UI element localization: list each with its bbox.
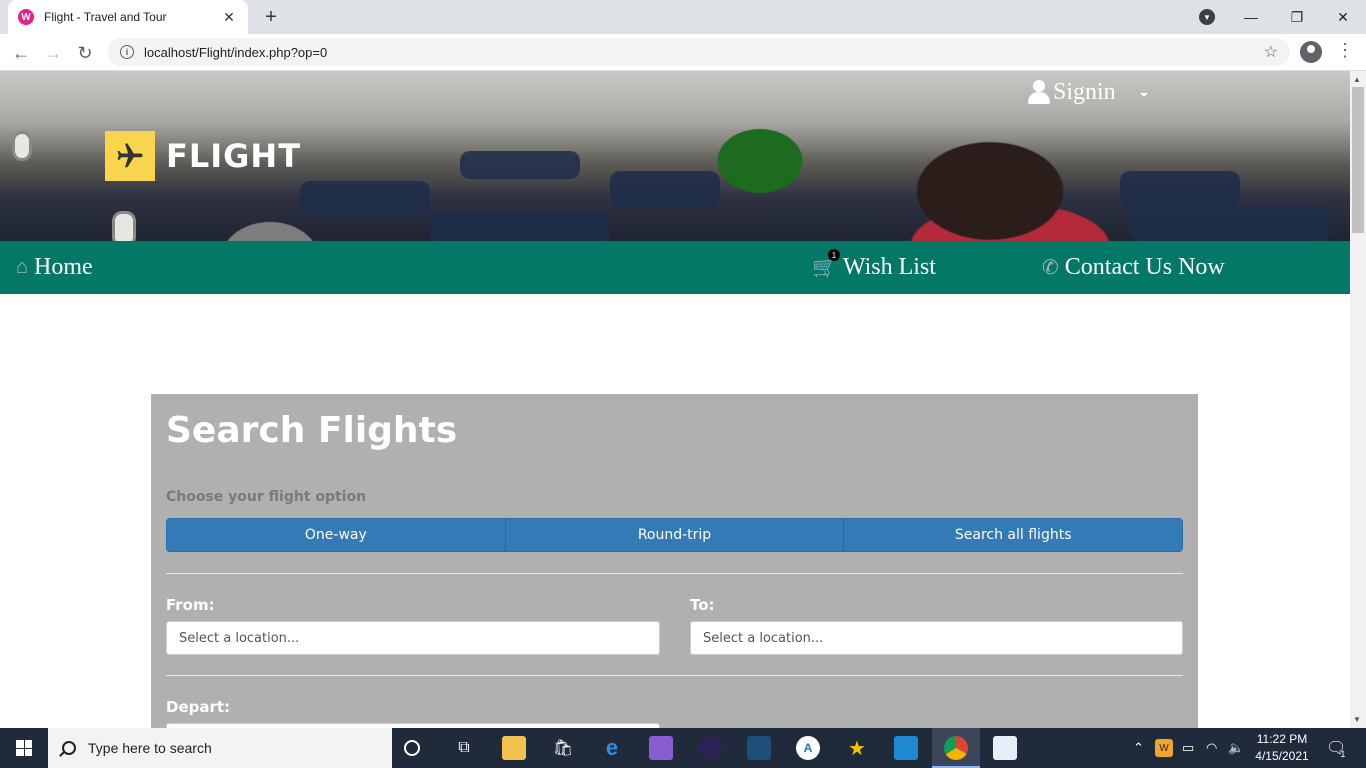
tab-title: Flight - Travel and Tour <box>44 10 167 24</box>
windows-logo-icon <box>16 740 32 756</box>
page-scrollbar[interactable]: ▲ ▼ <box>1350 71 1366 728</box>
search-all-flights-button[interactable]: Search all flights <box>844 519 1182 551</box>
eclipse-icon[interactable] <box>698 736 722 760</box>
battery-icon[interactable]: ▭ <box>1182 728 1194 768</box>
divider <box>166 573 1183 574</box>
tab-close-icon[interactable]: ✕ <box>220 9 238 26</box>
address-bar[interactable]: i localhost/Flight/index.php?op=0 ☆ <box>108 38 1290 66</box>
browser-tab[interactable]: W Flight - Travel and Tour ✕ <box>8 0 248 34</box>
logo-text: FLIGHT <box>166 137 302 175</box>
task-view-icon[interactable]: ⧉ <box>452 736 476 760</box>
depart-label: Depart: <box>166 698 231 716</box>
wifi-icon[interactable]: ◠ <box>1206 728 1217 768</box>
seat-row <box>610 171 720 207</box>
nav-wishlist-label: Wish List <box>842 254 936 280</box>
home-icon: ⌂ <box>16 256 29 278</box>
new-tab-icon[interactable]: + <box>258 4 284 30</box>
profile-avatar-icon[interactable] <box>1300 41 1322 63</box>
store-icon[interactable]: 🛍 <box>551 736 575 760</box>
scroll-up-icon[interactable]: ▲ <box>1353 75 1361 84</box>
site-info-icon[interactable]: i <box>120 45 134 59</box>
taskbar-search-box[interactable]: Type here to search <box>48 728 392 768</box>
seat-row <box>1130 206 1330 241</box>
site-logo[interactable]: FLIGHT <box>105 131 301 181</box>
chrome-icon[interactable] <box>944 736 968 760</box>
search-icon <box>62 741 76 755</box>
reload-icon[interactable]: ↻ <box>72 40 98 66</box>
nav-contact-label: Contact Us Now <box>1064 254 1225 280</box>
to-label: To: <box>690 596 715 614</box>
one-way-button[interactable]: One-way <box>167 519 506 551</box>
browser-tabstrip: W Flight - Travel and Tour ✕ + ▼ — ❐ ✕ <box>0 0 1366 34</box>
signin-dropdown-caret-icon[interactable] <box>1140 93 1148 97</box>
taskbar-search-placeholder: Type here to search <box>88 740 212 756</box>
seat-row <box>460 151 580 179</box>
main-navbar: ⌂ Home 🛒 1 Wish List ✆ Contact Us Now <box>0 241 1350 294</box>
bookmark-star-icon[interactable]: ☆ <box>1264 42 1278 62</box>
star-app-icon[interactable]: ★ <box>845 736 869 760</box>
forward-icon[interactable]: → <box>40 40 66 66</box>
browser-menu-icon[interactable]: ⋮ <box>1336 40 1354 61</box>
wamp-tray-icon[interactable]: W <box>1155 739 1173 757</box>
nav-home-label: Home <box>34 254 93 280</box>
wishlist-count-badge: 1 <box>828 249 840 261</box>
cabin-window <box>112 211 136 241</box>
airplane-icon <box>105 131 155 181</box>
volume-icon[interactable]: 🔈 <box>1228 728 1244 768</box>
from-label: From: <box>166 596 215 614</box>
scroll-down-icon[interactable]: ▼ <box>1353 715 1361 724</box>
notification-count: 1 <box>1340 749 1346 759</box>
nav-wishlist[interactable]: 🛒 1 Wish List <box>812 241 936 294</box>
signin-label: Signin <box>1053 79 1116 105</box>
minimize-icon[interactable]: — <box>1228 0 1274 34</box>
browser-toolbar: ← → ↻ i localhost/Flight/index.php?op=0 … <box>0 34 1366 71</box>
url-text[interactable]: localhost/Flight/index.php?op=0 <box>144 45 1264 60</box>
start-button[interactable] <box>0 728 48 768</box>
windows-taskbar: Type here to search ⧉ 🛍 e A ★ ⌃ W ▭ ◠ 🔈 … <box>0 728 1366 768</box>
restore-icon[interactable]: ❐ <box>1274 0 1320 34</box>
cart-icon: 🛒 1 <box>812 249 840 280</box>
window-close-icon[interactable]: ✕ <box>1320 0 1366 34</box>
visual-studio-icon[interactable] <box>649 736 673 760</box>
hero-banner: FLIGHT Signin <box>0 71 1350 241</box>
search-flights-panel: Search Flights Choose your flight option… <box>151 394 1198 728</box>
panel-title: Search Flights <box>166 410 458 451</box>
nav-home[interactable]: ⌂ Home <box>16 241 93 294</box>
signin-button[interactable]: Signin <box>1027 79 1116 106</box>
cabin-window <box>12 131 32 161</box>
mysql-workbench-icon[interactable] <box>747 736 771 760</box>
round-trip-button[interactable]: Round-trip <box>505 519 845 551</box>
flight-option-group: One-way Round-trip Search all flights <box>166 518 1183 552</box>
tab-search-icon[interactable]: ▼ <box>1199 9 1215 25</box>
notification-icon[interactable]: 🗨 1 <box>1326 728 1351 768</box>
edge-icon[interactable]: e <box>600 735 624 760</box>
seat-row <box>300 181 430 217</box>
cortana-icon[interactable] <box>404 740 420 756</box>
divider <box>166 675 1183 676</box>
clock-time: 11:22 PM <box>1256 732 1308 746</box>
site-favicon-icon: W <box>18 9 34 25</box>
seat-row <box>430 211 610 241</box>
from-select[interactable]: Select a location... <box>166 621 660 655</box>
tray-expand-icon[interactable]: ⌃ <box>1133 728 1144 768</box>
window-app-icon[interactable] <box>993 736 1017 760</box>
clock-date: 4/15/2021 <box>1255 749 1309 763</box>
vscode-icon[interactable] <box>894 736 918 760</box>
seat-row <box>1120 171 1240 207</box>
file-explorer-icon[interactable] <box>502 736 526 760</box>
user-icon <box>1027 79 1051 106</box>
phone-icon: ✆ <box>1042 257 1059 279</box>
taskbar-clock[interactable]: 11:22 PM 4/15/2021 <box>1252 731 1312 765</box>
flight-option-label: Choose your flight option <box>166 489 367 505</box>
back-icon[interactable]: ← <box>8 40 34 66</box>
app-icon[interactable]: A <box>796 736 820 760</box>
to-select[interactable]: Select a location... <box>690 621 1183 655</box>
scrollbar-thumb[interactable] <box>1352 87 1364 233</box>
page-viewport: FLIGHT Signin ⌂ Home 🛒 1 Wish List ✆ Cont… <box>0 71 1350 728</box>
nav-contact[interactable]: ✆ Contact Us Now <box>1042 241 1225 294</box>
